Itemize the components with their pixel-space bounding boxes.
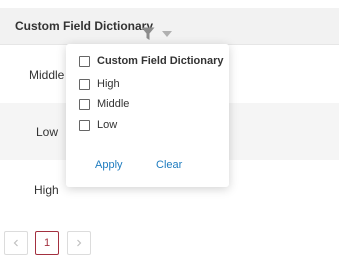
chevron-down-icon[interactable] — [162, 31, 172, 37]
select-all-option[interactable]: Custom Field Dictionary — [79, 54, 224, 68]
table-cell: Middle — [29, 68, 65, 82]
column-header-label: Custom Field Dictionary — [15, 19, 154, 33]
filter-dropdown: Custom Field Dictionary High Middle Low … — [66, 44, 229, 187]
filter-checkbox-low[interactable] — [79, 119, 90, 131]
filter-option-label: High — [97, 78, 120, 90]
chevron-right-icon — [77, 239, 82, 247]
filter-checkbox-middle[interactable] — [79, 98, 90, 110]
select-all-checkbox[interactable] — [79, 55, 90, 67]
chevron-left-icon — [13, 239, 18, 247]
filter-icon[interactable] — [141, 27, 155, 41]
filter-option-middle[interactable]: Middle — [79, 97, 129, 111]
apply-button[interactable]: Apply — [95, 159, 123, 171]
table-cell: Low — [36, 125, 59, 139]
filter-option-label: Low — [97, 119, 118, 131]
prev-page-button[interactable] — [4, 231, 28, 255]
select-all-label: Custom Field Dictionary — [97, 55, 224, 67]
page-button-current[interactable]: 1 — [35, 231, 59, 255]
table-cell: High — [34, 183, 59, 197]
table-header: Custom Field Dictionary — [0, 8, 339, 45]
clear-button[interactable]: Clear — [156, 159, 182, 171]
filter-option-high[interactable]: High — [79, 77, 120, 91]
filter-option-low[interactable]: Low — [79, 118, 117, 132]
filter-checkbox-high[interactable] — [79, 78, 90, 90]
filter-option-label: Middle — [97, 98, 130, 110]
next-page-button[interactable] — [67, 231, 91, 255]
